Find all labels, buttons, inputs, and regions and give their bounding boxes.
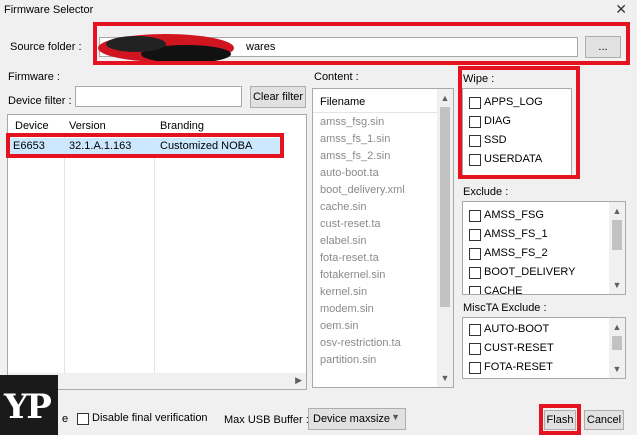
checkbox-amss-fs-1[interactable] <box>469 229 481 241</box>
scroll-up-icon[interactable]: ▲ <box>609 204 625 218</box>
wipe-label: Wipe : <box>463 73 495 85</box>
list-item: osv-restriction.ta <box>320 337 401 349</box>
column-version[interactable]: Version <box>69 120 106 132</box>
exclude-scrollbar[interactable]: ▲ ▼ <box>609 202 625 294</box>
browse-button[interactable]: ... <box>585 36 621 58</box>
list-item: amss_fs_1.sin <box>320 133 391 145</box>
cell-branding: Customized NOBA <box>160 140 253 152</box>
checkbox-label: SSD <box>484 134 507 146</box>
usb-buffer-label: Max USB Buffer : <box>224 414 309 426</box>
window-title: Firmware Selector <box>4 4 94 16</box>
column-device[interactable]: Device <box>15 120 49 132</box>
source-folder-input[interactable]: wares <box>98 34 578 63</box>
list-item: elabel.sin <box>320 235 367 247</box>
scroll-thumb[interactable] <box>612 220 622 250</box>
wipe-list[interactable]: APPS_LOG DIAG SSD USERDATA <box>462 88 572 176</box>
checkbox-disable-verification[interactable] <box>77 413 89 425</box>
checkbox-label: CACHE <box>484 285 523 295</box>
checkbox-label: AMSS_FSG <box>484 209 544 221</box>
cell-version: 32.1.A.1.163 <box>69 140 132 152</box>
list-item: boot_delivery.xml <box>320 184 405 196</box>
checkbox-cache[interactable] <box>469 286 481 294</box>
scroll-up-icon[interactable]: ▲ <box>609 320 625 334</box>
exclude-list[interactable]: AMSS_FSG AMSS_FS_1 AMSS_FS_2 BOOT_DELIVE… <box>462 201 626 295</box>
content-label: Content : <box>314 71 359 83</box>
scroll-thumb[interactable] <box>440 107 450 307</box>
miscta-list[interactable]: AUTO-BOOT CUST-RESET FOTA-RESET ▲ ▼ <box>462 317 626 379</box>
usb-buffer-select[interactable]: Device maxsize ▼ <box>308 408 406 430</box>
scroll-thumb[interactable] <box>612 336 622 350</box>
list-item: cache.sin <box>320 201 367 213</box>
list-item: oem.sin <box>320 320 359 332</box>
checkbox-label: DIAG <box>484 115 511 127</box>
scroll-down-icon[interactable]: ▼ <box>609 362 625 376</box>
scroll-right-icon[interactable]: ▶ <box>295 375 302 386</box>
column-divider <box>64 133 65 373</box>
miscta-label: MiscTA Exclude : <box>463 302 547 314</box>
column-branding[interactable]: Branding <box>160 120 204 132</box>
miscta-scrollbar[interactable]: ▲ ▼ <box>609 318 625 378</box>
chevron-down-icon: ▼ <box>391 412 400 422</box>
firmware-label: Firmware : <box>8 71 60 83</box>
redacted-scribble <box>98 34 234 63</box>
checkbox-amss-fs-2[interactable] <box>469 248 481 260</box>
checkbox-label: USERDATA <box>484 153 543 165</box>
source-folder-label: Source folder : <box>10 41 82 53</box>
checkbox-label: AMSS_FS_2 <box>484 247 548 259</box>
flash-button[interactable]: Flash <box>544 410 576 430</box>
checkbox-apps-log[interactable] <box>469 97 481 109</box>
source-folder-value: wares <box>246 41 276 53</box>
list-item: modem.sin <box>320 303 374 315</box>
checkbox-label: BOOT_DELIVERY <box>484 266 576 278</box>
list-item: partition.sin <box>320 354 377 366</box>
clear-filter-button[interactable]: Clear filter <box>250 86 306 108</box>
checkbox-boot-delivery[interactable] <box>469 267 481 279</box>
checkbox-auto-boot[interactable] <box>469 324 481 336</box>
content-list[interactable]: Filename amss_fsg.sin amss_fs_1.sin amss… <box>312 88 454 388</box>
scroll-down-icon[interactable]: ▼ <box>609 278 625 292</box>
content-scrollbar[interactable]: ▲ ▼ <box>437 89 453 387</box>
scroll-down-icon[interactable]: ▼ <box>437 371 453 385</box>
exclude-label: Exclude : <box>463 186 509 198</box>
list-item: fota-reset.ta <box>320 252 379 264</box>
close-icon[interactable]: ✕ <box>615 1 627 18</box>
cell-device: E6653 <box>13 140 45 152</box>
list-item: amss_fs_2.sin <box>320 150 391 162</box>
checkbox-label: APPS_LOG <box>484 96 543 108</box>
checkbox-fota-reset[interactable] <box>469 362 481 374</box>
checkbox-userdata[interactable] <box>469 154 481 166</box>
checkbox-label: AMSS_FS_1 <box>484 228 548 240</box>
list-item: cust-reset.ta <box>320 218 381 230</box>
device-filter-label: Device filter : <box>8 95 72 107</box>
checkbox-label: AUTO-BOOT <box>484 323 550 335</box>
partial-label: e <box>62 413 69 425</box>
logo-text: YP <box>4 387 52 427</box>
content-header: Filename <box>320 96 366 108</box>
checkbox-cust-reset[interactable] <box>469 343 481 355</box>
checkbox-label: FOTA-RESET <box>484 361 553 373</box>
cancel-button[interactable]: Cancel <box>584 410 624 430</box>
device-filter-input[interactable] <box>75 86 242 107</box>
firmware-table[interactable]: Device Version Branding E6653 32.1.A.1.1… <box>7 114 307 390</box>
checkbox-ssd[interactable] <box>469 135 481 147</box>
list-item: auto-boot.ta <box>320 167 379 179</box>
checkbox-label: CUST-RESET <box>484 342 554 354</box>
list-item: kernel.sin <box>320 286 368 298</box>
disable-verification-label: Disable final verification <box>92 412 208 424</box>
list-item: amss_fsg.sin <box>320 116 385 128</box>
column-divider <box>154 133 155 373</box>
checkbox-diag[interactable] <box>469 116 481 128</box>
header-divider <box>313 112 439 113</box>
scroll-up-icon[interactable]: ▲ <box>437 91 453 105</box>
usb-buffer-value: Device maxsize <box>313 413 391 425</box>
checkbox-amss-fsg[interactable] <box>469 210 481 222</box>
list-item: fotakernel.sin <box>320 269 386 281</box>
table-row[interactable]: E6653 32.1.A.1.163 Customized NOBA <box>8 138 284 155</box>
yp-logo: YP <box>0 375 58 435</box>
